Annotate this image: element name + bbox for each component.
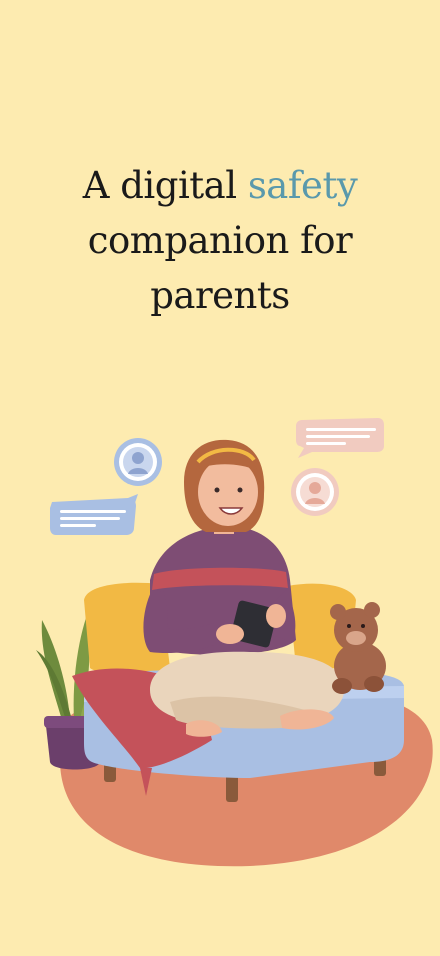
chat-bubble-icon	[50, 494, 138, 535]
face	[198, 458, 258, 526]
avatar-icon	[291, 468, 339, 516]
onboarding-screen: A digital safety companion for parents	[0, 0, 440, 956]
chat-bubble-icon	[296, 418, 384, 458]
avatar-icon	[114, 438, 162, 486]
parent-on-couch-illustration	[36, 418, 433, 867]
